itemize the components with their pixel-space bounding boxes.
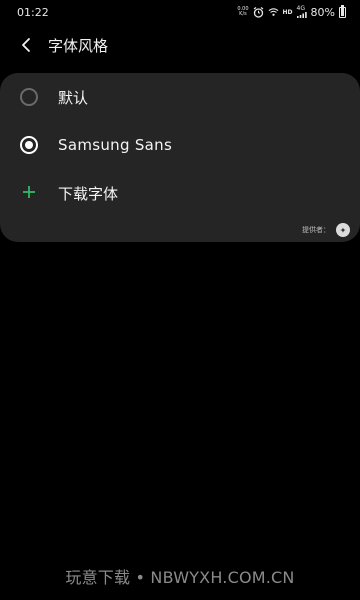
status-icons: 0.00 K/s HD 4G 80% [237,4,346,19]
radio-icon[interactable] [20,88,38,106]
font-option-label: 默认 [58,88,89,107]
provider-info: 提供者： ✦ [302,223,350,237]
signal-icon: 4G [296,6,307,18]
alarm-icon [253,6,264,18]
font-option-default[interactable]: 默认 [0,77,360,117]
battery-icon [339,4,346,18]
page-title: 字体风格 [48,36,109,55]
hd-badge: HD [282,8,293,16]
download-fonts-option[interactable]: 下载字体 [0,173,360,213]
font-style-card: 默认 Samsung Sans 下载字体 提供者： ✦ [0,73,360,242]
watermark: 玩意下载 • NBWYXH.COM.CN [65,568,295,587]
status-bar: 01:22 0.00 K/s HD 4G 80% [0,0,360,24]
battery-percent: 80% [310,5,335,19]
status-time: 01:22 [17,5,49,19]
provider-label: 提供者： [302,226,330,234]
plus-icon [22,182,36,204]
provider-logo-icon[interactable]: ✦ [336,223,350,237]
back-button[interactable] [6,30,46,60]
radio-selected-icon[interactable] [20,136,38,154]
header: 字体风格 [0,30,360,60]
wifi-icon [268,7,279,18]
font-option-label: Samsung Sans [58,136,173,154]
download-fonts-label: 下载字体 [58,184,119,203]
screen: 01:22 0.00 K/s HD 4G 80% 字体风格 默认 Samsung… [0,0,360,600]
battery-level [341,8,344,16]
net-speed-indicator: 0.00 K/s [237,6,249,17]
chevron-left-icon [22,38,30,52]
font-option-samsung-sans[interactable]: Samsung Sans [0,125,360,165]
